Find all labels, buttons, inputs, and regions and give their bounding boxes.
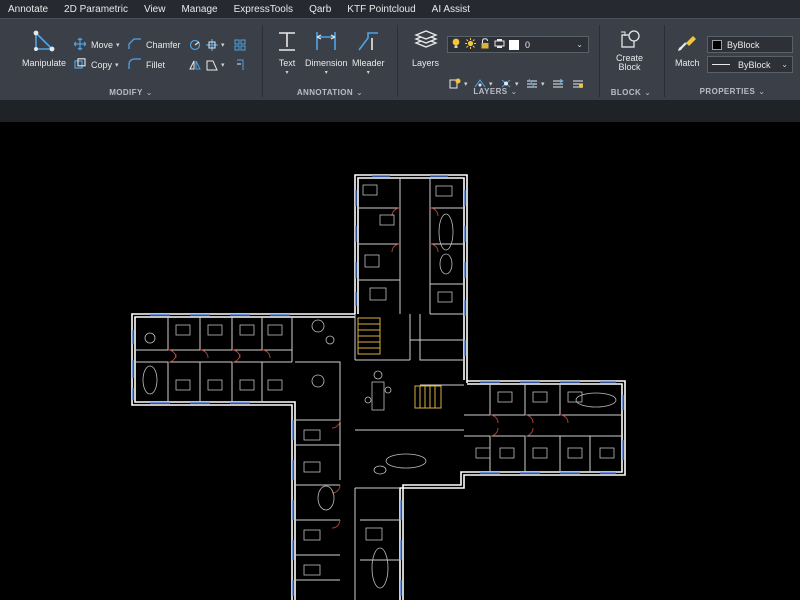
dimension-label: Dimension	[305, 58, 348, 68]
modify-panel: Manipulate Move ▾ Copy ▾ Chamfer Fillet …	[0, 19, 262, 101]
text-icon	[275, 29, 299, 55]
chevron-down-icon: ⌄	[781, 60, 788, 69]
sun-icon	[465, 38, 476, 51]
move-dropdown-icon[interactable]: ▾	[116, 41, 120, 49]
ribbon: Manipulate Move ▾ Copy ▾ Chamfer Fillet …	[0, 18, 800, 100]
move-button[interactable]: Move ▾	[73, 37, 120, 52]
window-marks	[132, 175, 624, 596]
copy-button[interactable]: Copy ▾	[74, 58, 119, 72]
floor-plan-drawing	[131, 174, 626, 600]
chamfer-button[interactable]: Chamfer	[128, 38, 181, 52]
menu-ktf-pointcloud[interactable]: KTF Pointcloud	[339, 4, 423, 15]
menu-manage[interactable]: Manage	[173, 4, 225, 15]
annotation-panel: Text ▾ Dimension ▾ Mleader ▾ ANNOTATION ⌄	[263, 19, 397, 101]
file-tab-strip	[0, 100, 800, 122]
menu-ai-assist[interactable]: AI Assist	[424, 4, 478, 15]
layers-panel-label[interactable]: LAYERS ⌄	[398, 87, 593, 96]
create-block-button[interactable]: Create Block	[616, 29, 643, 72]
properties-panel-label[interactable]: PROPERTIES ⌄	[665, 87, 800, 96]
exterior-walls	[131, 174, 626, 600]
chevron-down-icon: ⌄	[644, 88, 652, 97]
menu-annotate[interactable]: Annotate	[0, 4, 56, 15]
plot-icon	[494, 38, 505, 51]
manipulate-icon	[32, 29, 56, 55]
move-icon	[73, 37, 87, 52]
move-label: Move	[91, 40, 114, 50]
chamfer-icon	[128, 38, 142, 52]
block-panel: Create Block BLOCK ⌄	[600, 19, 662, 101]
fillet-button[interactable]: Fillet	[128, 58, 165, 72]
menu-expresstools[interactable]: ExpressTools	[226, 4, 301, 15]
copy-label: Copy	[91, 60, 113, 70]
chevron-down-icon: ⌄	[356, 88, 364, 97]
lightbulb-icon	[451, 38, 461, 51]
dimension-icon	[314, 29, 338, 55]
manipulate-button[interactable]: Manipulate	[22, 29, 66, 68]
explode-icon[interactable]	[234, 59, 246, 71]
create-block-label-2: Block	[618, 62, 641, 72]
dimension-button[interactable]: Dimension ▾	[305, 29, 348, 76]
fillet-icon	[128, 58, 142, 72]
menu-2d-parametric[interactable]: 2D Parametric	[56, 4, 136, 15]
linetype-dropdown[interactable]: ByBlock ⌄	[707, 56, 793, 73]
mleader-icon	[356, 29, 380, 55]
layers-label: Layers	[412, 58, 440, 68]
match-properties-button[interactable]: Match	[675, 33, 700, 68]
door-swings	[167, 207, 569, 529]
dimension-dropdown-icon[interactable]: ▾	[325, 69, 328, 76]
chevron-down-icon: ⌄	[510, 87, 518, 96]
furniture	[142, 184, 617, 589]
lock-icon	[480, 38, 490, 51]
stretch-icon[interactable]: ▾	[206, 59, 225, 71]
layers-button[interactable]: Layers	[412, 29, 439, 68]
drawing-canvas[interactable]	[0, 122, 800, 600]
array-icon[interactable]	[234, 39, 246, 51]
layer-color-swatch	[509, 39, 519, 50]
copy-dropdown-icon[interactable]: ▾	[115, 61, 119, 69]
layer-dropdown[interactable]: 0 ⌄	[447, 36, 589, 53]
mleader-label: Mleader	[352, 58, 385, 68]
manipulate-label: Manipulate	[22, 58, 67, 68]
chamfer-label: Chamfer	[146, 40, 181, 50]
mleader-button[interactable]: Mleader ▾	[352, 29, 385, 76]
chevron-down-icon: ⌄	[576, 40, 583, 49]
annotation-panel-label[interactable]: ANNOTATION ⌄	[263, 88, 397, 97]
menu-view[interactable]: View	[136, 4, 174, 15]
match-brush-icon	[676, 33, 698, 55]
color-value: ByBlock	[727, 39, 760, 50]
menu-bar: Annotate 2D Parametric View Manage Expre…	[0, 0, 800, 18]
trim-icon[interactable]: ▾	[206, 39, 225, 51]
chevron-down-icon: ⌄	[758, 87, 766, 96]
layers-icon	[413, 29, 438, 55]
linetype-line-icon	[712, 64, 730, 65]
create-block-icon	[618, 29, 642, 53]
copy-icon	[74, 58, 86, 72]
match-label: Match	[675, 58, 700, 68]
stairs	[357, 317, 442, 409]
fillet-label: Fillet	[146, 60, 166, 70]
color-dropdown[interactable]: ByBlock	[707, 36, 793, 53]
current-layer-name: 0	[525, 39, 531, 50]
text-button[interactable]: Text ▾	[275, 29, 299, 76]
text-dropdown-icon[interactable]: ▾	[285, 69, 288, 76]
text-label: Text	[278, 58, 296, 68]
menu-qarb[interactable]: Qarb	[301, 4, 339, 15]
mleader-dropdown-icon[interactable]: ▾	[367, 69, 370, 76]
modify-panel-label[interactable]: MODIFY ⌄	[0, 88, 262, 97]
color-swatch	[712, 39, 722, 50]
chevron-down-icon: ⌄	[145, 88, 153, 97]
mirror-icon[interactable]	[189, 59, 201, 71]
block-panel-label[interactable]: BLOCK ⌄	[600, 88, 662, 97]
rotate-icon[interactable]	[189, 39, 201, 51]
linetype-value: ByBlock	[738, 59, 771, 70]
